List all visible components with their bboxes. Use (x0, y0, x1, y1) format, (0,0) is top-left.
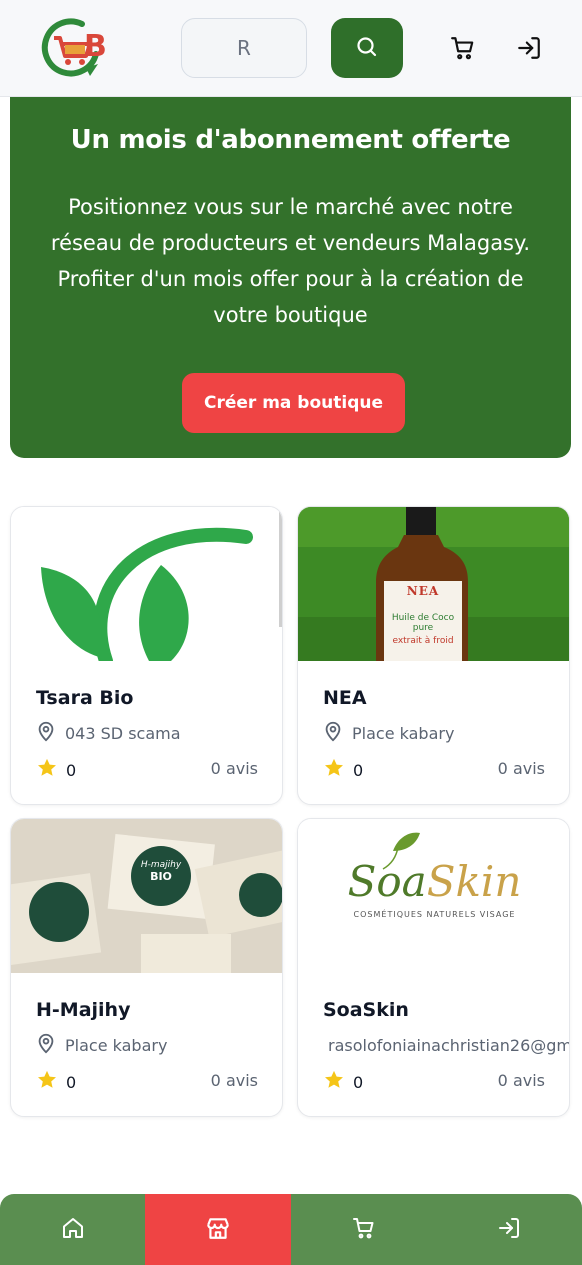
soaskin-tagline: COSMÉTIQUES NATURELS VISAGE (353, 910, 516, 919)
shop-location-text: Place kabary (65, 1035, 168, 1055)
nea-label-product: Huile de Coco pure (391, 612, 455, 634)
review-count: 0 avis (497, 759, 545, 778)
shop-location: rasolofoniainachristian26@gm (328, 1033, 570, 1057)
map-pin-icon (35, 720, 57, 746)
login-icon[interactable] (514, 33, 544, 63)
shop-name[interactable]: Tsara Bio (36, 687, 133, 709)
soaskin-logo-skin: Skin (426, 857, 522, 906)
nea-label-process: extrait à froid (392, 636, 454, 647)
store-icon (205, 1215, 231, 1245)
shop-location: Place kabary (35, 1032, 282, 1058)
rating-value: 0 (66, 1072, 77, 1092)
shop-location-text: rasolofoniainachristian26@gm (328, 1035, 570, 1055)
shop-rating: 0 (323, 1069, 363, 1095)
rating-value: 0 (66, 760, 77, 780)
shop-card[interactable]: Tsara Bio 043 SD scama 0 0 avis (10, 506, 283, 805)
shop-location: Place kabary (322, 720, 569, 746)
app-logo[interactable]: B (40, 14, 108, 82)
nea-bottle-label: NEA Huile de Coco pure extrait à froid (386, 584, 460, 661)
nav-cart[interactable] (291, 1194, 437, 1265)
star-icon (36, 757, 58, 783)
shop-location-text: Place kabary (352, 723, 455, 743)
shop-card[interactable]: SoaSkin COSMÉTIQUES NATURELS VISAGE SoaS… (297, 818, 570, 1117)
star-icon (323, 1069, 345, 1095)
nav-store[interactable] (145, 1194, 291, 1265)
shop-name[interactable]: NEA (323, 687, 367, 709)
cart-icon[interactable] (448, 33, 478, 63)
shop-image (11, 507, 282, 661)
shop-image (11, 819, 282, 973)
nav-home[interactable] (0, 1194, 146, 1265)
review-count: 0 avis (210, 1071, 258, 1090)
review-count: 0 avis (497, 1071, 545, 1090)
map-pin-icon (322, 720, 344, 746)
promo-title: Un mois d'abonnement offerte (70, 125, 511, 155)
login-icon (497, 1216, 521, 1244)
search-input[interactable] (181, 18, 307, 78)
nea-label-brand: NEA (406, 584, 440, 598)
shop-name[interactable]: SoaSkin (323, 999, 409, 1021)
promo-text-line: réseau de producteurs et vendeurs Malaga… (50, 231, 531, 255)
star-icon (36, 1069, 58, 1095)
review-count: 0 avis (210, 759, 258, 778)
promo-text-line: votre boutique (213, 303, 368, 327)
rating-value: 0 (353, 760, 364, 780)
promo-text: Positionnez vous sur le marché avec notr… (40, 189, 541, 333)
shop-location-text: 043 SD scama (65, 723, 181, 743)
shop-rating: 0 (323, 757, 363, 783)
shop-rating: 0 (36, 1069, 76, 1095)
map-pin-icon (35, 1032, 57, 1058)
promo-banner: Un mois d'abonnement offerte Positionnez… (10, 97, 571, 458)
shop-location: 043 SD scama (35, 720, 282, 746)
promo-text-line: Profiter d'un mois offer pour à la créat… (57, 267, 524, 291)
promo-text-line: Positionnez vous sur le marché avec notr… (68, 195, 513, 219)
home-icon (61, 1216, 85, 1244)
shop-rating: 0 (36, 757, 76, 783)
bottom-nav (0, 1194, 582, 1265)
svg-text:B: B (84, 29, 107, 64)
soap-stamp: H-majihy BIO (131, 860, 191, 883)
soap-stamp-bio: BIO (150, 870, 172, 883)
soaskin-logo-soa: Soa (347, 857, 427, 906)
search-button[interactable] (331, 18, 403, 78)
nav-login[interactable] (436, 1194, 582, 1265)
search-icon (355, 35, 379, 62)
shop-name[interactable]: H-Majihy (36, 999, 130, 1021)
create-shop-button[interactable]: Créer ma boutique (182, 373, 405, 433)
header: B (0, 0, 582, 97)
soaskin-logo: SoaSkin COSMÉTIQUES NATURELS VISAGE (298, 857, 569, 919)
star-icon (323, 757, 345, 783)
shop-card[interactable]: H-majihy BIO H-Majihy Place kabary 0 0 a… (10, 818, 283, 1117)
shop-card[interactable]: NEA Huile de Coco pure extrait à froid N… (297, 506, 570, 805)
rating-value: 0 (353, 1072, 364, 1092)
cart-icon (352, 1216, 376, 1244)
soap-stamp-brand: H-majihy (140, 860, 182, 870)
